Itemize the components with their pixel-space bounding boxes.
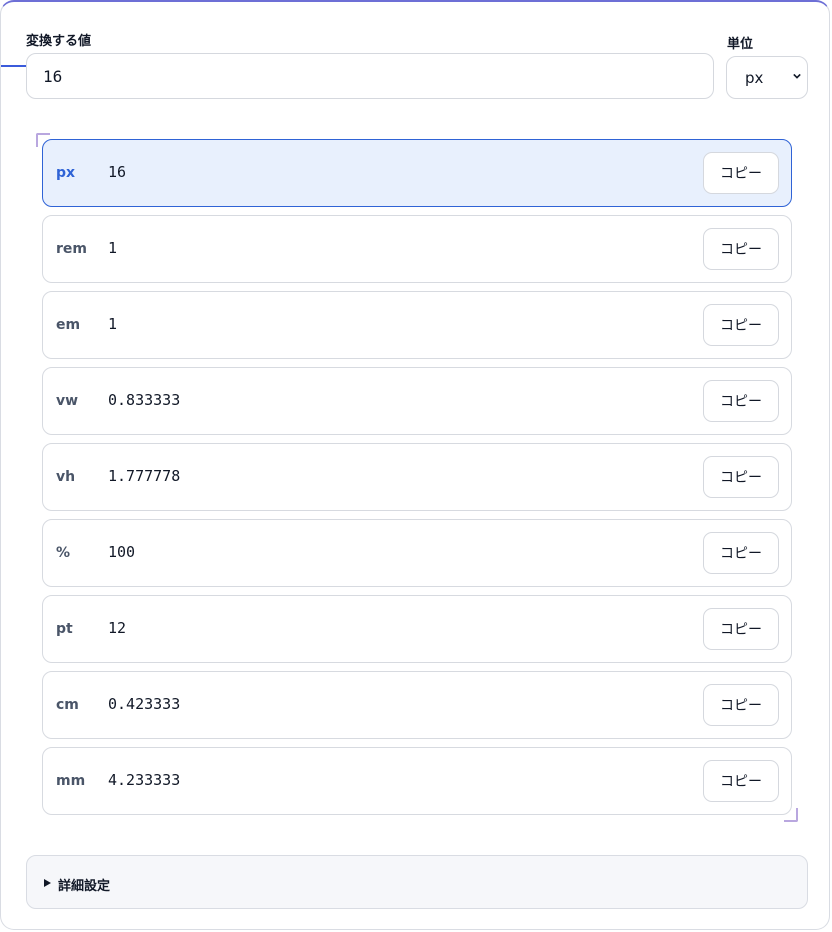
- copy-button[interactable]: コピー: [703, 304, 779, 346]
- chevron-down-icon: [793, 73, 801, 79]
- unit-value: 4.233333: [108, 771, 181, 789]
- copy-button[interactable]: コピー: [703, 684, 779, 726]
- unit-name: pt: [56, 621, 73, 637]
- unit-name: vh: [56, 469, 76, 485]
- unit-name: rem: [56, 241, 87, 257]
- copy-button[interactable]: コピー: [703, 152, 779, 194]
- unit-select-value: px: [745, 68, 764, 87]
- result-row-cm[interactable]: cm 0.423333 コピー: [42, 671, 792, 739]
- unit-name: px: [56, 165, 76, 181]
- results-corner-bottom-right: [784, 808, 798, 822]
- copy-button[interactable]: コピー: [703, 608, 779, 650]
- result-row-vw[interactable]: vw 0.833333 コピー: [42, 367, 792, 435]
- unit-select[interactable]: px: [726, 56, 808, 99]
- unit-value: 1.777778: [108, 467, 181, 485]
- copy-button[interactable]: コピー: [703, 532, 779, 574]
- result-row-em[interactable]: em 1 コピー: [42, 291, 792, 359]
- result-row-mm[interactable]: mm 4.233333 コピー: [42, 747, 792, 815]
- converter-card: 変換する値 単位 px px 16 コピー rem 1 コピー em 1 コピー…: [0, 0, 830, 930]
- result-row-pt[interactable]: pt 12 コピー: [42, 595, 792, 663]
- value-label: 変換する値: [26, 34, 92, 49]
- unit-value: 1: [108, 239, 118, 257]
- advanced-settings-toggle[interactable]: 詳細設定: [26, 855, 808, 909]
- advanced-settings-label: 詳細設定: [58, 879, 111, 894]
- copy-button[interactable]: コピー: [703, 380, 779, 422]
- results-list: px 16 コピー rem 1 コピー em 1 コピー vw 0.833333…: [42, 139, 792, 823]
- unit-label: 単位: [727, 37, 754, 52]
- unit-name: vw: [56, 393, 79, 409]
- result-row-percent[interactable]: % 100 コピー: [42, 519, 792, 587]
- unit-value: 0.833333: [108, 391, 181, 409]
- unit-value: 0.423333: [108, 695, 181, 713]
- copy-button[interactable]: コピー: [703, 456, 779, 498]
- unit-value: 12: [108, 619, 127, 637]
- triangle-right-icon: [44, 879, 51, 887]
- unit-value: 1: [108, 315, 118, 333]
- copy-button[interactable]: コピー: [703, 228, 779, 270]
- result-row-px[interactable]: px 16 コピー: [42, 139, 792, 207]
- unit-name: %: [56, 545, 71, 561]
- unit-name: mm: [56, 773, 86, 789]
- unit-name: cm: [56, 697, 79, 713]
- accent-line: [1, 65, 27, 67]
- unit-value: 16: [108, 163, 127, 181]
- result-row-vh[interactable]: vh 1.777778 コピー: [42, 443, 792, 511]
- unit-value: 100: [108, 543, 136, 561]
- value-input[interactable]: [26, 53, 714, 99]
- copy-button[interactable]: コピー: [703, 760, 779, 802]
- result-row-rem[interactable]: rem 1 コピー: [42, 215, 792, 283]
- unit-name: em: [56, 317, 81, 333]
